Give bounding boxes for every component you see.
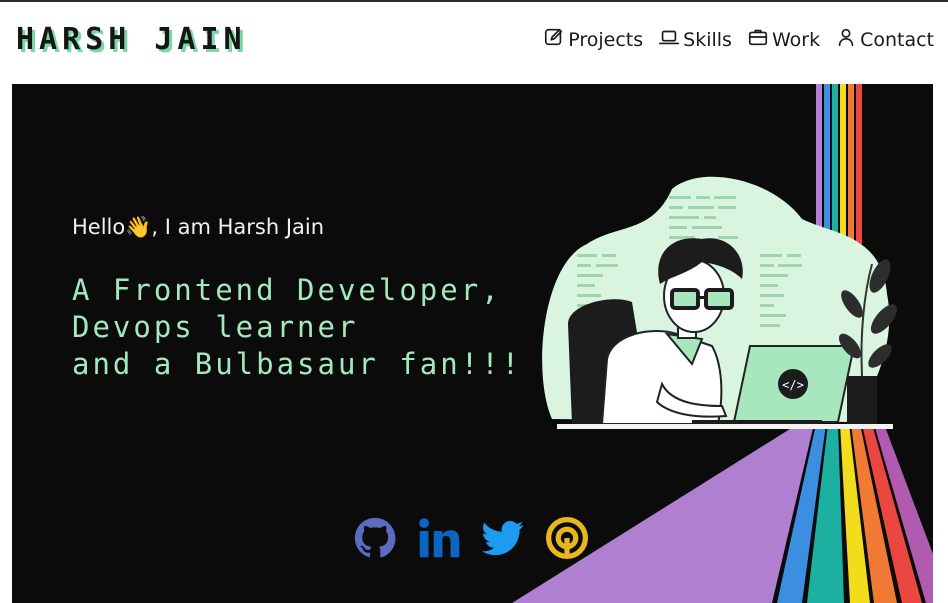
desk xyxy=(557,424,893,429)
tagline-line-3: and a Bulbasaur fan!!! xyxy=(72,347,523,381)
nav-contact[interactable]: Contact xyxy=(835,26,934,53)
rainbow-stripes-bottom xyxy=(512,424,933,603)
main-nav: Projects Skills Work Contact xyxy=(543,26,934,53)
nav-work-label: Work xyxy=(771,28,821,51)
site-header: HARSH JAIN Projects Skills Work Contact xyxy=(0,2,948,84)
nav-contact-label: Contact xyxy=(860,28,934,51)
nav-projects-label: Projects xyxy=(568,28,644,51)
nav-skills-label: Skills xyxy=(683,28,732,51)
nav-projects[interactable]: Projects xyxy=(543,26,643,53)
laptop-icon xyxy=(658,26,680,53)
briefcase-icon xyxy=(747,26,769,53)
twitter-link[interactable] xyxy=(482,517,524,559)
linkedin-icon xyxy=(419,518,460,558)
hero-section: </> Hello👋, I am Harsh Jain A Frontend D… xyxy=(12,84,933,603)
rainbow-stripes-top xyxy=(816,84,862,244)
hero-greeting: Hello👋, I am Harsh Jain xyxy=(72,215,325,239)
social-links xyxy=(354,517,588,559)
code-glyph: </> xyxy=(782,378,804,392)
hero-tagline: A Frontend Developer, Devops learner and… xyxy=(72,272,522,383)
github-link[interactable] xyxy=(354,517,396,559)
twitter-icon xyxy=(482,520,524,556)
edit-icon xyxy=(543,26,565,53)
hashnode-icon xyxy=(546,517,588,559)
brand-logo[interactable]: HARSH JAIN xyxy=(16,22,247,57)
person-icon xyxy=(835,26,857,53)
nav-work[interactable]: Work xyxy=(747,26,820,53)
github-icon xyxy=(354,517,396,558)
linkedin-link[interactable] xyxy=(418,517,460,559)
tagline-line-2: Devops learner xyxy=(72,310,359,344)
hashnode-link[interactable] xyxy=(546,517,588,559)
tagline-line-1: A Frontend Developer, xyxy=(72,273,502,307)
nav-skills[interactable]: Skills xyxy=(658,26,732,53)
